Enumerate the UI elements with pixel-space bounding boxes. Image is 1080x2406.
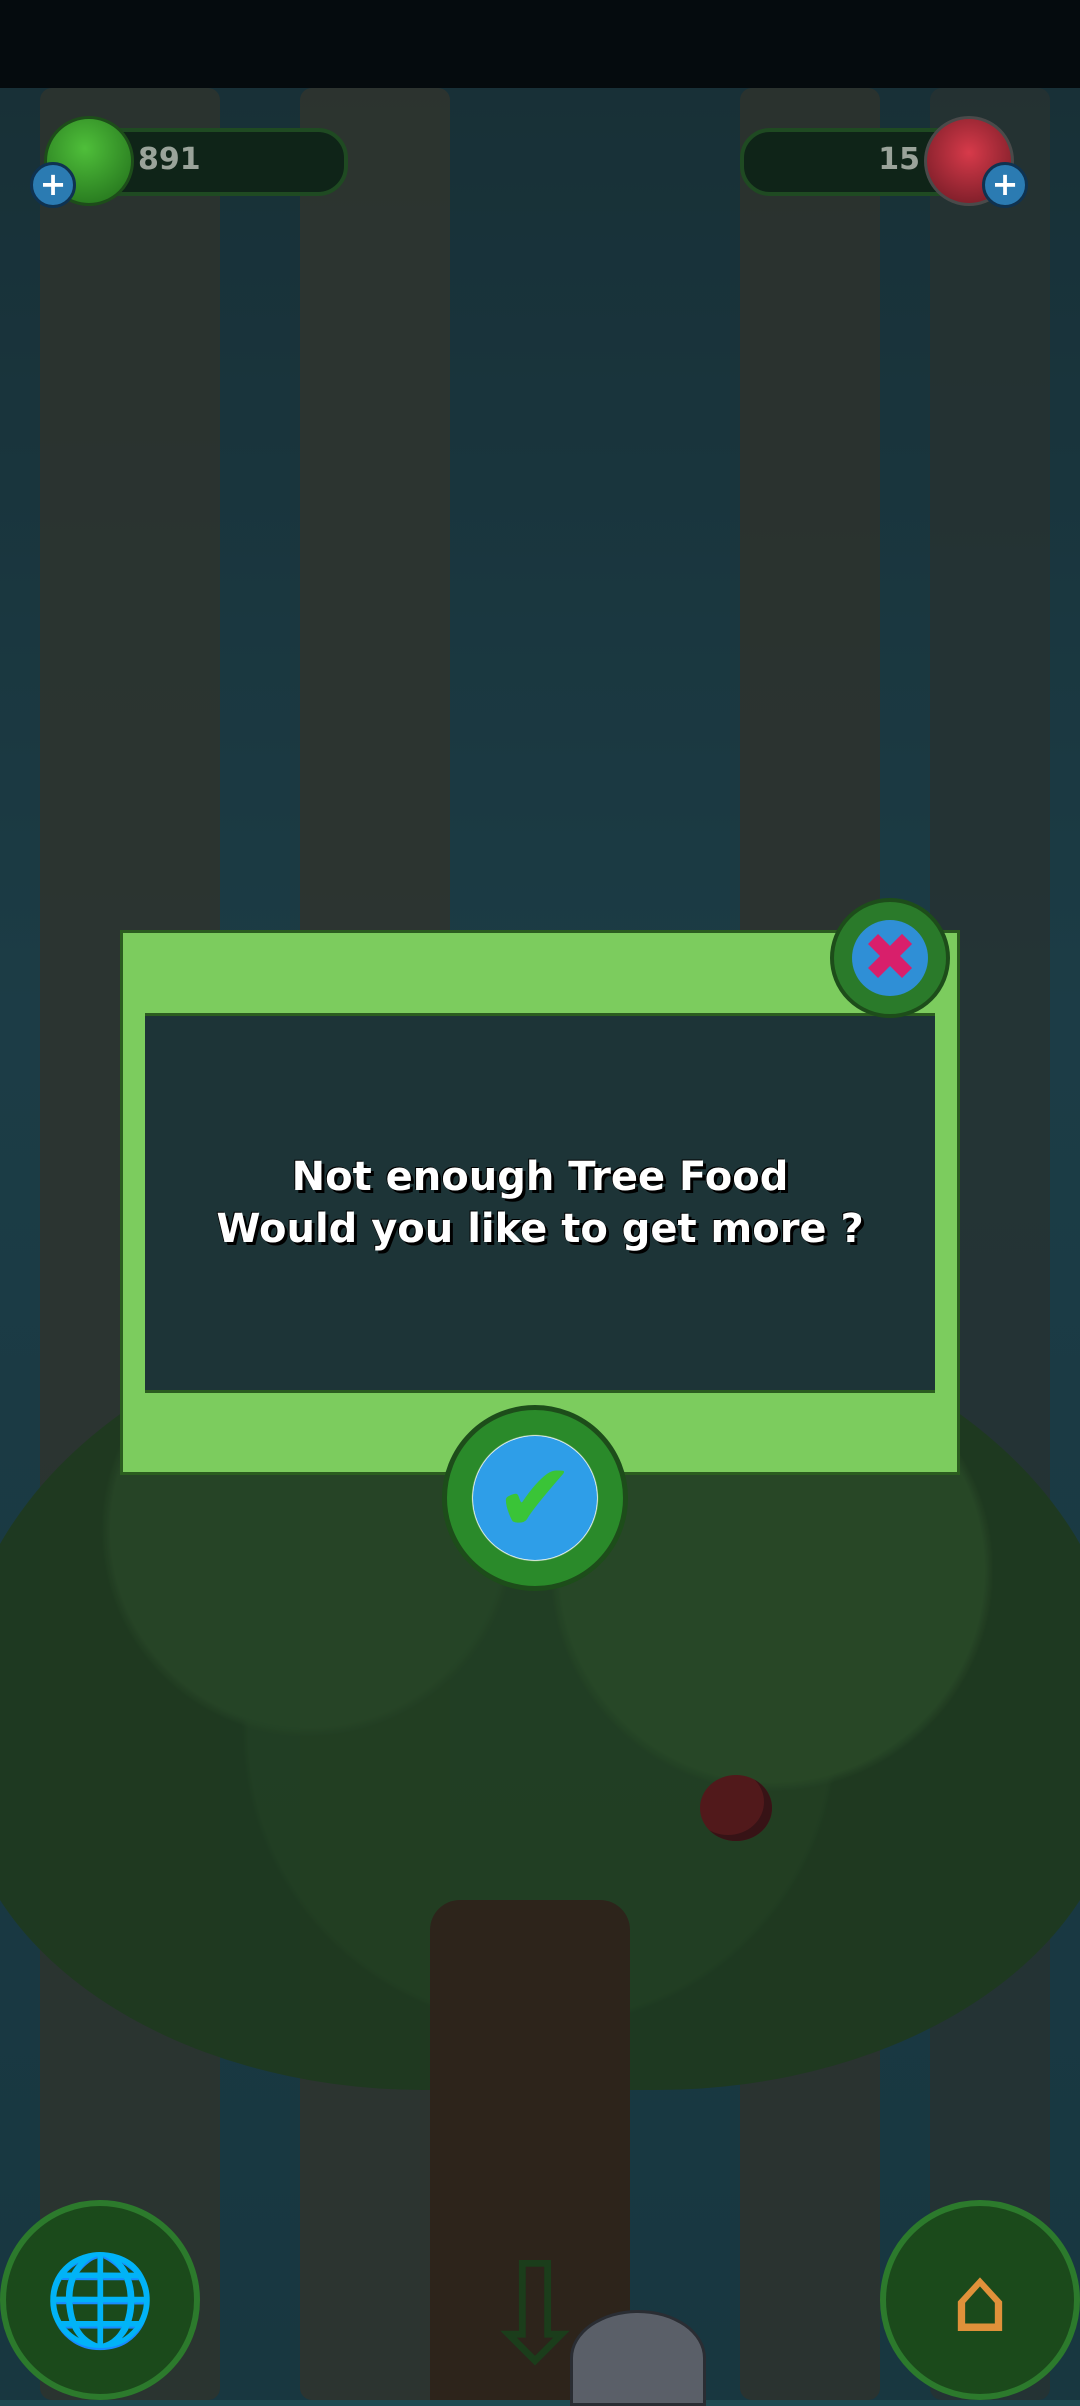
dialog-message-panel: Not enough Tree Food Would you like to g… xyxy=(145,1013,935,1393)
checkmark-icon: ✔ xyxy=(473,1436,597,1560)
message-line-2: Would you like to get more ? xyxy=(216,1206,864,1252)
tree-food-counter[interactable]: + 891 xyxy=(30,116,348,208)
globe-icon: 🌐 xyxy=(43,2247,157,2353)
crystal-counter[interactable]: 15 + xyxy=(740,116,1028,208)
tree-food-value: 891 xyxy=(138,142,201,177)
pet-creature[interactable] xyxy=(570,2310,706,2406)
confirm-button[interactable]: ✔ xyxy=(442,1405,628,1591)
message-line-1: Not enough Tree Food xyxy=(291,1154,789,1200)
crystal-value: 15 xyxy=(878,142,920,177)
home-button[interactable]: ⌂ xyxy=(880,2200,1080,2400)
plus-icon[interactable]: + xyxy=(982,162,1028,208)
plus-icon[interactable]: + xyxy=(30,162,76,208)
not-enough-food-dialog: Not enough Tree Food Would you like to g… xyxy=(120,930,960,1475)
birdhouse-icon: ⌂ xyxy=(951,2247,1009,2353)
world-map-button[interactable]: 🌐 xyxy=(0,2200,200,2400)
close-icon: ✖ xyxy=(852,920,928,996)
dialog-message: Not enough Tree Food Would you like to g… xyxy=(216,1151,863,1255)
close-button[interactable]: ✖ xyxy=(830,898,950,1018)
